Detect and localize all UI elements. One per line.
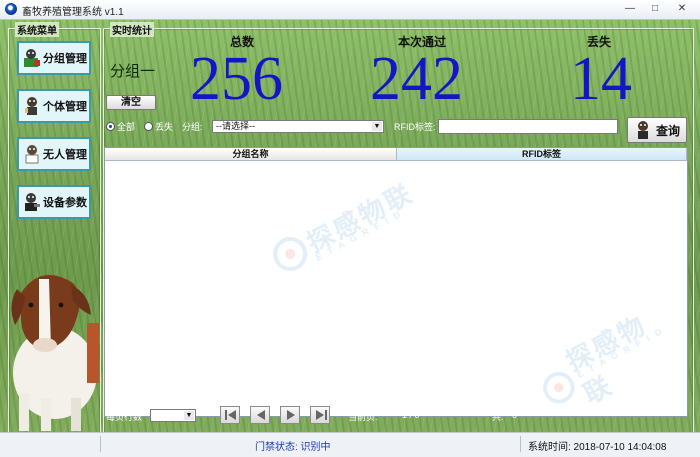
menu-button-device-parameters[interactable]: 设备参数 — [17, 185, 91, 219]
previous-page-icon — [257, 410, 265, 420]
current-page-value: 1 / 0 — [402, 410, 420, 420]
next-page-icon — [287, 410, 295, 420]
column-header-group-name[interactable]: 分组名称 — [105, 148, 397, 161]
status-bar: 门禁状态: 识别中 系统时间: 2018-07-10 14:04:08 — [0, 432, 700, 457]
per-page-label: 每页行数 — [106, 412, 143, 422]
realtime-stats-title: 实时统计 — [110, 22, 154, 37]
unmanned-management-icon — [25, 145, 39, 164]
group-management-icon — [24, 49, 40, 67]
passed-value: 242 — [370, 45, 463, 113]
maximize-button[interactable]: □ — [643, 1, 667, 16]
rfid-label: RFID标签: — [394, 122, 436, 132]
total-records-label: 共: — [492, 412, 504, 422]
main-client-area: 系统菜单 分组管理 个体管理 无人管理 设备参数 实时统计 分组一 总数 256… — [0, 20, 700, 456]
menu-button-unmanned-management[interactable]: 无人管理 — [17, 137, 91, 171]
group-select[interactable]: --请选择-- ▼ — [212, 120, 384, 133]
first-page-icon — [225, 410, 236, 420]
previous-page-button[interactable] — [250, 406, 270, 424]
group-filter-label: 分组: — [182, 122, 203, 132]
query-button[interactable]: 查询 — [627, 117, 687, 143]
current-group-name: 分组一 — [110, 63, 156, 80]
gate-status: 门禁状态: 识别中 — [255, 442, 331, 453]
system-menu-title: 系统菜单 — [15, 22, 59, 37]
next-page-button[interactable] — [280, 406, 300, 424]
group-select-value: --请选择-- — [216, 121, 255, 131]
title-bar: 畜牧养殖管理系统 v1.1 — □ ✕ — [0, 0, 700, 20]
total-records-value: 0 — [512, 410, 518, 420]
menu-button-group-management[interactable]: 分组管理 — [17, 41, 91, 75]
radio-all-indicator[interactable] — [106, 122, 115, 131]
total-value: 256 — [190, 45, 283, 113]
status-separator — [520, 436, 521, 452]
menu-label-device-parameters: 设备参数 — [43, 197, 87, 209]
chevron-down-icon[interactable]: ▼ — [184, 411, 194, 420]
system-menu-panel: 系统菜单 分组管理 个体管理 无人管理 设备参数 — [8, 22, 101, 434]
radio-all[interactable]: 全部 — [106, 120, 135, 133]
column-header-rfid-tag[interactable]: RFID标签 — [397, 148, 687, 161]
status-separator — [100, 436, 101, 452]
rfid-input[interactable] — [438, 119, 618, 134]
data-grid[interactable]: 分组名称 RFID标签 探感物联 ETAGRFID 探感物联 ETAGRFID — [104, 147, 688, 417]
grid-header: 分组名称 RFID标签 — [105, 148, 687, 161]
watermark: 探感物联 ETAGRFID — [266, 173, 419, 278]
clear-button[interactable]: 清空 — [106, 95, 156, 110]
goat-illustration — [11, 275, 99, 431]
per-page-select[interactable]: ▼ — [150, 409, 196, 422]
system-time: 系统时间: 2018-07-10 14:04:08 — [528, 442, 667, 453]
window-title: 畜牧养殖管理系统 v1.1 — [22, 7, 124, 18]
query-button-label: 查询 — [655, 123, 680, 138]
minimize-button[interactable]: — — [618, 1, 642, 16]
last-page-icon — [316, 410, 327, 420]
menu-label-group-management: 分组管理 — [43, 53, 87, 65]
menu-button-individual-management[interactable]: 个体管理 — [17, 89, 91, 123]
menu-label-unmanned-management: 无人管理 — [43, 149, 87, 161]
device-parameters-icon — [25, 193, 40, 211]
menu-label-individual-management: 个体管理 — [43, 101, 87, 113]
radio-lost-indicator[interactable] — [144, 122, 153, 131]
close-button[interactable]: ✕ — [668, 1, 696, 16]
chevron-down-icon[interactable]: ▼ — [372, 122, 382, 131]
app-icon — [5, 3, 17, 15]
pagination-bar: 每页行数 ▼ 当前页: 1 / 0 共: 0 — [104, 406, 688, 428]
individual-management-icon — [25, 97, 37, 115]
query-icon — [637, 121, 648, 139]
last-page-button[interactable] — [310, 406, 330, 424]
radio-lost-label: 丢失 — [155, 122, 174, 132]
radio-all-label: 全部 — [117, 122, 136, 132]
first-page-button[interactable] — [220, 406, 240, 424]
lost-value: 14 — [570, 45, 632, 113]
radio-lost[interactable]: 丢失 — [144, 120, 173, 133]
current-page-label: 当前页: — [348, 412, 378, 422]
